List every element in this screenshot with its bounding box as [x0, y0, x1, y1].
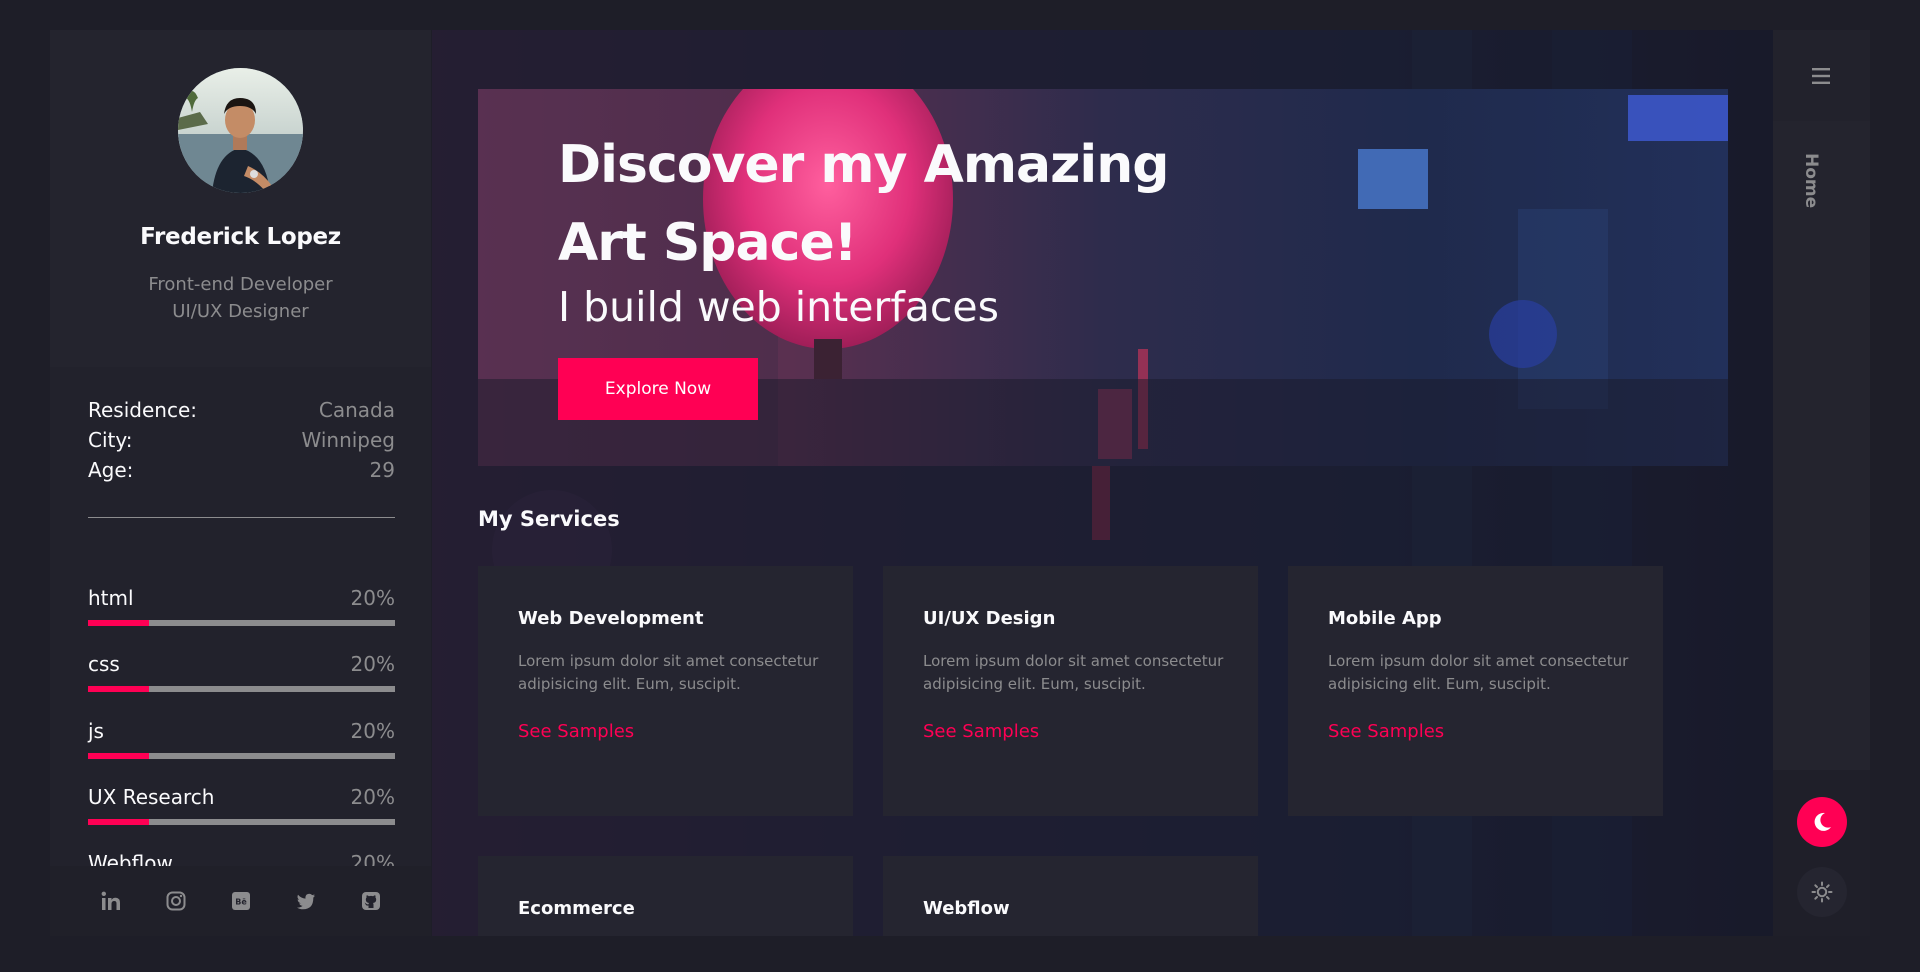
right-nav-panel: Home: [1773, 30, 1870, 936]
service-card-ecommerce: Ecommerce: [478, 856, 853, 936]
skill-js: js 20%: [88, 719, 395, 759]
skill-percent: 20%: [350, 719, 395, 743]
hero-title-line1: Discover my Amazing: [558, 135, 1169, 195]
info-value: Winnipeg: [301, 428, 396, 452]
profile-sidebar: Frederick Lopez Front-end Developer UI/U…: [50, 30, 431, 936]
service-card-webflow: Webflow: [883, 856, 1258, 936]
profile-role-1: Front-end Developer: [148, 274, 333, 295]
service-card-web-development: Web Development Lorem ipsum dolor sit am…: [478, 566, 853, 816]
info-label: City:: [88, 428, 133, 452]
moon-icon[interactable]: [1797, 797, 1847, 847]
service-title: Mobile App: [1328, 608, 1442, 629]
instagram-icon[interactable]: [164, 889, 188, 913]
nav-current-page[interactable]: Home: [1801, 153, 1821, 208]
profile-card: Frederick Lopez Front-end Developer UI/U…: [50, 30, 431, 367]
profile-name: Frederick Lopez: [140, 224, 341, 250]
avatar: [178, 68, 303, 193]
sun-icon[interactable]: [1797, 867, 1847, 917]
skill-css: css 20%: [88, 652, 395, 692]
services-heading: My Services: [478, 507, 620, 531]
info-row-city: City: Winnipeg: [88, 428, 395, 458]
service-title: Webflow: [923, 898, 1010, 919]
hero-title-line2: Art Space!: [558, 213, 857, 273]
see-samples-link[interactable]: See Samples: [518, 721, 634, 742]
info-label: Age:: [88, 458, 134, 482]
twitter-icon[interactable]: [294, 889, 318, 913]
explore-now-button[interactable]: Explore Now: [558, 358, 758, 420]
skill-bar: [88, 819, 395, 825]
info-label: Residence:: [88, 398, 197, 422]
skill-bar-fill: [88, 819, 150, 825]
main-content: Discover my Amazing Art Space! I build w…: [432, 30, 1773, 936]
hamburger-icon[interactable]: [1773, 30, 1870, 121]
skill-html: html 20%: [88, 586, 395, 626]
skill-bar: [88, 753, 395, 759]
skill-name: UX Research: [88, 785, 215, 809]
skill-percent: 20%: [350, 785, 395, 809]
skill-bar-fill: [88, 686, 150, 692]
skill-percent: 20%: [350, 586, 395, 610]
hero-subtitle: I build web interfaces: [558, 283, 1000, 331]
see-samples-link[interactable]: See Samples: [923, 721, 1039, 742]
svg-text:Bē: Bē: [235, 898, 247, 907]
skill-name: css: [88, 652, 120, 676]
skill-ux-research: UX Research 20%: [88, 785, 395, 825]
skill-name: js: [88, 719, 104, 743]
service-title: Web Development: [518, 608, 704, 629]
info-row-age: Age: 29: [88, 458, 395, 488]
service-description: Lorem ipsum dolor sit amet consectetur a…: [923, 652, 1224, 693]
linkedin-icon[interactable]: [99, 889, 123, 913]
skill-name: html: [88, 586, 134, 610]
info-value: 29: [369, 458, 395, 482]
hero-text: Discover my Amazing Art Space! I build w…: [558, 126, 1169, 332]
behance-icon[interactable]: Bē: [229, 889, 253, 913]
service-description: Lorem ipsum dolor sit amet consectetur a…: [518, 652, 819, 693]
service-card-uiux-design: UI/UX Design Lorem ipsum dolor sit amet …: [883, 566, 1258, 816]
skill-percent: 20%: [350, 652, 395, 676]
theme-switcher: [1773, 770, 1870, 936]
info-row-residence: Residence: Canada: [88, 398, 395, 428]
skill-bar-fill: [88, 620, 150, 626]
personal-info: Residence: Canada City: Winnipeg Age: 29: [88, 398, 395, 488]
skill-bar-fill: [88, 753, 150, 759]
skill-bar: [88, 686, 395, 692]
social-links: Bē: [50, 866, 431, 936]
see-samples-link[interactable]: See Samples: [1328, 721, 1444, 742]
profile-role-2: UI/UX Designer: [172, 301, 309, 322]
service-title: UI/UX Design: [923, 608, 1056, 629]
skill-bar: [88, 620, 395, 626]
service-card-mobile-app: Mobile App Lorem ipsum dolor sit amet co…: [1288, 566, 1663, 816]
divider: [88, 517, 395, 518]
service-title: Ecommerce: [518, 898, 635, 919]
service-description: Lorem ipsum dolor sit amet consectetur a…: [1328, 652, 1629, 693]
info-value: Canada: [318, 398, 395, 422]
github-icon[interactable]: [359, 889, 383, 913]
